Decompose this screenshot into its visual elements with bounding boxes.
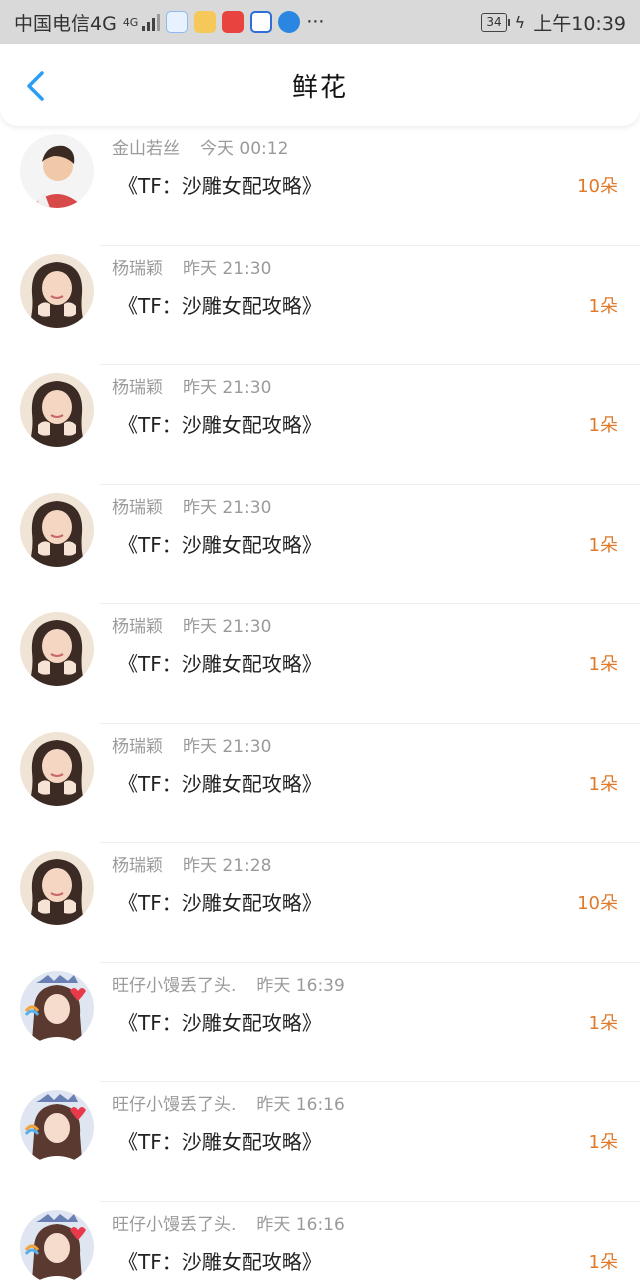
item-meta: 杨瑞颖 昨天 21:30 [112, 732, 271, 757]
sender-name: 杨瑞颖 [112, 258, 163, 279]
battery-icon: 34 [481, 12, 510, 32]
carrier-label: 中国电信4G [14, 12, 117, 35]
book-title: 《TF：沙雕女配攻略》 [118, 293, 322, 318]
flower-list: 金山若丝 今天 00:12 《TF：沙雕女配攻略》 10朵 杨瑞颖 昨天 21:30 《TF… [0, 126, 640, 1280]
list-item[interactable]: 杨瑞颖 昨天 21:30 《TF：沙雕女配攻略》 1朵 [0, 246, 640, 365]
timestamp: 今天 00:12 [200, 139, 289, 159]
panda-app-icon [250, 11, 273, 33]
flower-count: 10朵 [577, 893, 618, 914]
book-title: 《TF：沙雕女配攻略》 [118, 174, 322, 198]
list-item[interactable]: 杨瑞颖 昨天 21:30 《TF：沙雕女配攻略》 1朵 [0, 724, 640, 843]
book-title: 《TF：沙雕女配攻略》 [118, 1010, 322, 1035]
flower-count: 10朵 [577, 176, 618, 197]
sender-name: 杨瑞颖 [112, 856, 163, 876]
item-meta: 金山若丝 今天 00:12 [112, 134, 288, 159]
more-notifications-icon: ··· [306, 11, 325, 33]
huawei-app-icon [222, 11, 245, 33]
item-meta: 旺仔小馒丢了头. 昨天 16:16 [112, 1090, 345, 1115]
timestamp: 昨天 21:30 [183, 378, 272, 398]
book-title: 《TF：沙雕女配攻略》 [118, 1130, 322, 1154]
sender-name: 旺仔小馒丢了头. [112, 1214, 237, 1235]
flower-count: 1朵 [588, 1012, 618, 1034]
signal-icon [142, 13, 161, 31]
list-item[interactable]: 旺仔小馒丢了头. 昨天 16:39 《TF：沙雕女配攻略》 1朵 [0, 963, 640, 1082]
list-item[interactable]: 金山若丝 今天 00:12 《TF：沙雕女配攻略》 10朵 [0, 126, 640, 246]
avatar[interactable] [20, 1090, 94, 1164]
avatar[interactable] [20, 851, 94, 925]
avatar[interactable] [20, 731, 94, 806]
avatar[interactable] [20, 612, 94, 686]
item-meta: 杨瑞颖 昨天 21:30 [112, 493, 271, 518]
flower-count: 1朵 [588, 534, 618, 556]
flower-count: 1朵 [588, 295, 618, 317]
avatar[interactable] [20, 253, 94, 328]
timestamp: 昨天 21:30 [183, 258, 272, 279]
network-type: 4G [122, 15, 139, 29]
avatar[interactable] [20, 970, 94, 1045]
item-meta: 旺仔小馒丢了头. 昨天 16:16 [112, 1210, 345, 1235]
globe-app-icon [278, 11, 301, 33]
book-title: 《TF：沙雕女配攻略》 [118, 413, 322, 437]
flower-count: 1朵 [588, 1251, 618, 1273]
list-item[interactable]: 杨瑞颖 昨天 21:30 《TF：沙雕女配攻略》 1朵 [0, 485, 640, 604]
book-title: 《TF：沙雕女配攻略》 [118, 891, 322, 915]
sender-name: 杨瑞颖 [112, 378, 163, 398]
sender-name: 杨瑞颖 [112, 617, 163, 637]
timestamp: 昨天 21:30 [183, 736, 272, 757]
book-title: 《TF：沙雕女配攻略》 [118, 771, 322, 796]
list-item[interactable]: 旺仔小馒丢了头. 昨天 16:16 《TF：沙雕女配攻略》 1朵 [0, 1202, 640, 1280]
timestamp: 昨天 16:16 [256, 1214, 345, 1235]
timestamp: 昨天 21:30 [183, 497, 272, 518]
flower-count: 1朵 [588, 1132, 618, 1153]
book-title: 《TF：沙雕女配攻略》 [118, 532, 322, 557]
game-app-icon [194, 11, 217, 33]
book-title: 《TF：沙雕女配攻略》 [118, 652, 322, 676]
sender-name: 旺仔小馒丢了头. [112, 1095, 237, 1115]
browser-app-icon [166, 11, 189, 33]
clock: 上午10:39 [533, 12, 626, 35]
item-meta: 杨瑞颖 昨天 21:30 [112, 254, 271, 279]
top-nav-bar: 鲜花 [0, 44, 640, 126]
avatar[interactable] [20, 1209, 94, 1280]
back-arrow-icon[interactable] [22, 70, 50, 102]
flower-count: 1朵 [588, 415, 618, 436]
flower-count: 1朵 [588, 773, 618, 795]
sender-name: 杨瑞颖 [112, 736, 163, 757]
sender-name: 金山若丝 [112, 139, 180, 159]
list-item[interactable]: 杨瑞颖 昨天 21:30 《TF：沙雕女配攻略》 1朵 [0, 604, 640, 724]
avatar[interactable] [20, 492, 94, 567]
timestamp: 昨天 16:16 [256, 1095, 345, 1115]
item-meta: 杨瑞颖 昨天 21:30 [112, 612, 271, 637]
charging-icon: ϟ [514, 12, 526, 32]
avatar[interactable] [20, 134, 94, 208]
sender-name: 旺仔小馒丢了头. [112, 975, 237, 996]
status-bar: 中国电信4G 4G ··· 34 ϟ 上午10:39 [0, 0, 640, 44]
timestamp: 昨天 21:30 [183, 617, 272, 637]
item-meta: 杨瑞颖 昨天 21:30 [112, 373, 271, 398]
avatar[interactable] [20, 373, 94, 447]
sender-name: 杨瑞颖 [112, 497, 163, 518]
page-title: 鲜花 [291, 72, 348, 103]
list-item[interactable]: 旺仔小馒丢了头. 昨天 16:16 《TF：沙雕女配攻略》 1朵 [0, 1082, 640, 1202]
list-item[interactable]: 杨瑞颖 昨天 21:28 《TF：沙雕女配攻略》 10朵 [0, 843, 640, 963]
timestamp: 昨天 16:39 [256, 975, 345, 996]
list-item[interactable]: 杨瑞颖 昨天 21:30 《TF：沙雕女配攻略》 1朵 [0, 365, 640, 485]
flower-count: 1朵 [588, 654, 618, 675]
book-title: 《TF：沙雕女配攻略》 [118, 1249, 322, 1274]
item-meta: 杨瑞颖 昨天 21:28 [112, 851, 271, 876]
timestamp: 昨天 21:28 [183, 856, 272, 876]
item-meta: 旺仔小馒丢了头. 昨天 16:39 [112, 971, 345, 996]
